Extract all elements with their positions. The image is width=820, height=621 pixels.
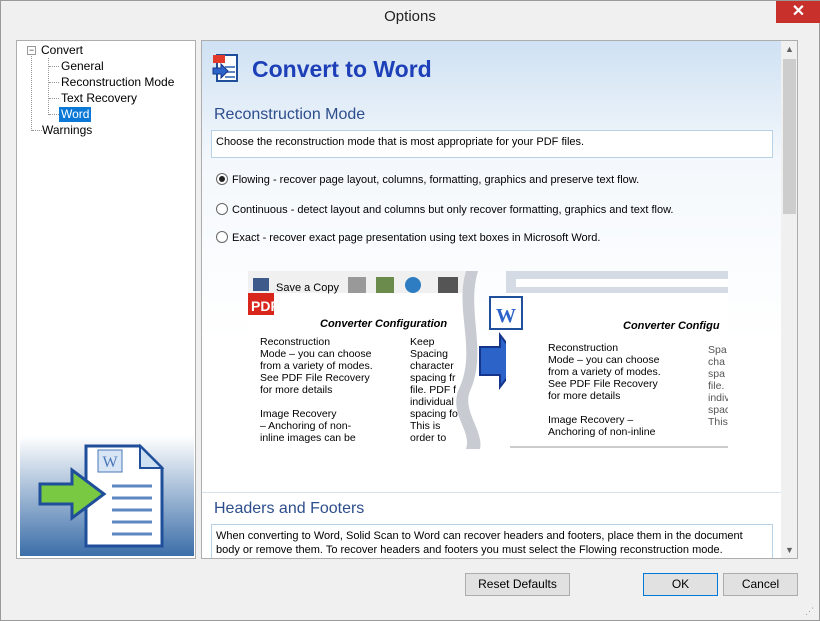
convert-to-word-icon — [212, 54, 238, 82]
illustration-line: from a variety of modes. — [548, 366, 661, 378]
tree-line — [49, 82, 59, 83]
radio-flowing-label: Flowing - recover page layout, columns, … — [232, 174, 640, 186]
svg-text:PDF: PDF — [251, 298, 279, 314]
tree-item-word[interactable]: Word — [59, 107, 92, 122]
illustration-line: Reconstruction — [260, 336, 330, 348]
find-icon — [438, 277, 458, 293]
radio-button-selected[interactable] — [216, 173, 228, 185]
illustration-line: spa — [708, 368, 725, 380]
radio-exact-label: Exact - recover exact page presentation … — [232, 232, 601, 244]
flowing-mode-illustration: Save a Copy PDF Converter Configuration … — [248, 271, 728, 449]
word-document-icon: W — [38, 443, 165, 548]
section-title-headers: Headers and Footers — [214, 500, 365, 517]
scroll-thumb[interactable] — [783, 59, 796, 214]
illustration-line: cha — [708, 356, 725, 368]
illustration-line: Mode – you can choose — [260, 348, 372, 360]
tree-line — [49, 114, 59, 115]
radio-flowing[interactable]: Flowing - recover page layout, columns, … — [216, 173, 639, 186]
illustration-line: spacing fo — [410, 408, 458, 420]
scroll-up-icon[interactable]: ▲ — [781, 41, 797, 57]
illustration-line: order to — [410, 432, 446, 444]
illustration-line: This — [708, 416, 728, 428]
svg-text:W: W — [496, 305, 516, 327]
tree-item-warnings[interactable]: Warnings — [40, 123, 94, 138]
illustration-line: file. — [708, 380, 724, 392]
illustration-line: Image Recovery – — [548, 414, 633, 426]
resize-grip-icon[interactable]: ⋰ — [805, 606, 817, 618]
illustration-line: See PDF File Recovery — [548, 378, 658, 390]
word-letter: W — [102, 454, 118, 471]
scroll-down-icon[interactable]: ▼ — [781, 542, 797, 558]
illustration-line: spacing fr — [410, 372, 456, 384]
cancel-button[interactable]: Cancel — [723, 573, 798, 596]
collapse-icon[interactable]: − — [27, 46, 36, 55]
illustration-line: Spacing — [410, 348, 448, 360]
vertical-scrollbar[interactable]: ▲ ▼ — [781, 41, 797, 558]
toolbar-save-copy: Save a Copy — [276, 282, 339, 294]
tree-item-text-recovery[interactable]: Text Recovery — [59, 91, 139, 106]
tree-line — [31, 56, 32, 131]
illustration-line: See PDF File Recovery — [260, 372, 370, 384]
ok-button[interactable]: OK — [643, 573, 718, 596]
illustration-line: Image Recovery — [260, 408, 337, 420]
tree-line — [49, 98, 59, 99]
section-divider — [202, 492, 781, 493]
illustration-line: Anchoring of non-inline — [548, 426, 656, 438]
save-icon — [253, 278, 269, 291]
illustration-line: indiv — [708, 392, 728, 404]
radio-button[interactable] — [216, 231, 228, 243]
window-title: Options — [384, 8, 436, 25]
tree-item-general[interactable]: General — [59, 59, 106, 74]
illustration-line: for more details — [260, 384, 332, 396]
illustration-line: spac — [708, 404, 728, 416]
illustration-line: Mode – you can choose — [548, 354, 660, 366]
content-panel: Convert to Word Reconstruction Mode Choo… — [201, 40, 798, 559]
title-bar[interactable]: Options ✕ — [1, 1, 820, 31]
options-window: Options ✕ − Convert General Reconstructi… — [0, 0, 820, 621]
illustration-line: Reconstruction — [548, 342, 618, 354]
illustration-line: for more details — [548, 390, 620, 402]
tree-item-convert[interactable]: Convert — [39, 43, 85, 58]
illustration-line: This is — [410, 420, 440, 432]
illustration-line: file. PDF f — [410, 384, 456, 396]
illustration-line: – Anchoring of non- — [260, 420, 352, 432]
radio-continuous-label: Continuous - detect layout and columns b… — [232, 204, 674, 216]
headers-description: When converting to Word, Solid Scan to W… — [211, 524, 773, 558]
edit-icon — [376, 277, 394, 293]
reset-defaults-button[interactable]: Reset Defaults — [465, 573, 570, 596]
illustration-line: Spa — [708, 344, 727, 356]
close-button[interactable]: ✕ — [776, 1, 820, 23]
reconstruction-description: Choose the reconstruction mode that is m… — [211, 130, 773, 158]
tree-item-reconstruction-mode[interactable]: Reconstruction Mode — [59, 75, 176, 90]
word-banner-image: W — [20, 436, 194, 556]
print-icon — [348, 277, 366, 293]
page-title: Convert to Word — [252, 56, 432, 82]
tree-line — [49, 66, 59, 67]
section-title-reconstruction: Reconstruction Mode — [214, 106, 366, 123]
illustration-line: individual — [410, 396, 454, 408]
radio-button[interactable] — [216, 203, 228, 215]
svg-text:Converter Configuration: Converter Configuration — [320, 318, 447, 330]
radio-exact[interactable]: Exact - recover exact page presentation … — [216, 231, 600, 244]
illustration-line: Keep — [410, 336, 435, 348]
svg-text:Converter Configu: Converter Configu — [623, 320, 720, 332]
globe-icon — [405, 277, 421, 293]
illustration-line: from a variety of modes. — [260, 360, 373, 372]
radio-continuous[interactable]: Continuous - detect layout and columns b… — [216, 203, 673, 216]
illustration-line: inline images can be — [260, 432, 356, 444]
illustration-line: character — [410, 360, 454, 372]
